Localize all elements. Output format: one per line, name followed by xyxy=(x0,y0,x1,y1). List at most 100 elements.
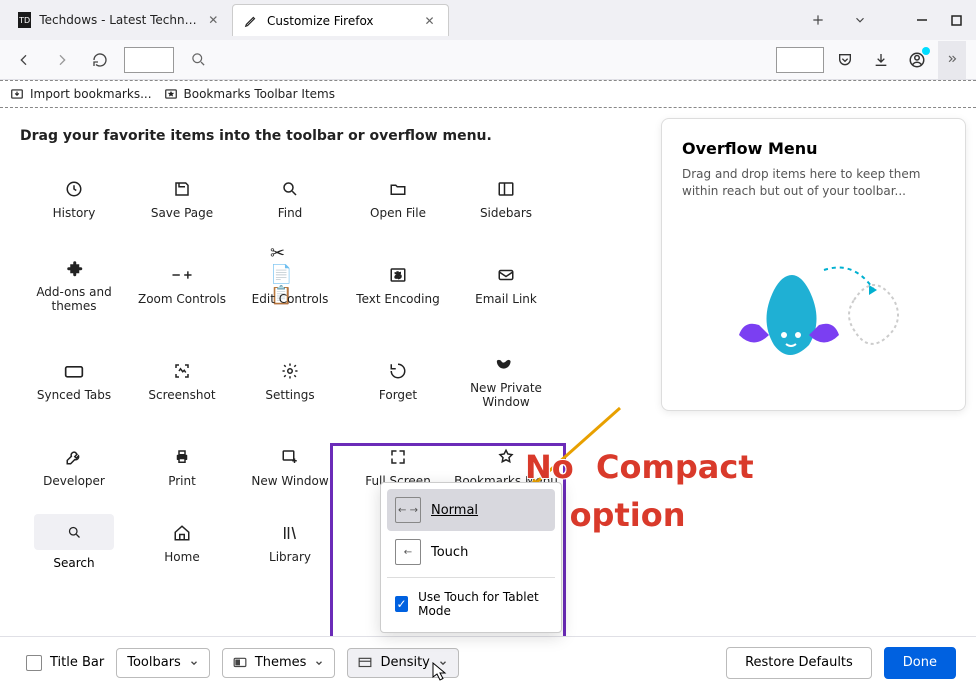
toolbars-label: Toolbars xyxy=(127,655,181,670)
restore-defaults-button[interactable]: Restore Defaults xyxy=(726,647,872,679)
overflow-panel: Overflow Menu Drag and drop items here t… xyxy=(661,118,966,411)
toolbars-dropdown[interactable]: Toolbars xyxy=(116,648,210,678)
new-tab-button[interactable] xyxy=(806,8,830,32)
item-zoom[interactable]: Zoom Controls xyxy=(128,240,236,330)
overflow-description: Drag and drop items here to keep them wi… xyxy=(682,166,945,200)
density-dropdown[interactable]: Density xyxy=(347,648,458,678)
item-addons[interactable]: Add-ons and themes xyxy=(20,240,128,330)
overflow-title: Overflow Menu xyxy=(682,139,945,158)
density-icon xyxy=(358,656,372,670)
item-synced-tabs[interactable]: Synced Tabs xyxy=(20,336,128,426)
item-history[interactable]: History xyxy=(20,164,128,234)
home-icon xyxy=(171,522,193,544)
item-settings[interactable]: Settings xyxy=(236,336,344,426)
clock-icon xyxy=(63,178,85,200)
density-tablet-checkbox[interactable]: ✓ Use Touch for Tablet Mode xyxy=(387,582,555,626)
search-icon xyxy=(184,46,212,74)
encoding-icon: あ xyxy=(387,264,409,286)
tab-bar: TD Techdows - Latest Technology N ✕ Cust… xyxy=(0,0,976,40)
wrench-icon xyxy=(63,446,85,468)
fullscreen-icon xyxy=(387,446,409,468)
density-option-normal[interactable]: ← → Normal xyxy=(387,489,555,531)
themes-label: Themes xyxy=(255,655,307,670)
import-bookmarks-button[interactable]: Import bookmarks... xyxy=(10,87,152,101)
nav-toolbar xyxy=(0,40,976,80)
tab-background[interactable]: TD Techdows - Latest Technology N ✕ xyxy=(8,4,230,36)
density-tablet-label: Use Touch for Tablet Mode xyxy=(418,590,547,618)
item-email-link[interactable]: Email Link xyxy=(452,240,560,330)
reload-button[interactable] xyxy=(86,46,114,74)
save-icon xyxy=(171,178,193,200)
import-bookmarks-label: Import bookmarks... xyxy=(30,87,152,101)
gear-icon xyxy=(279,360,301,382)
item-edit-controls[interactable]: ✂ 📄 📋Edit Controls xyxy=(236,240,344,330)
item-open-file[interactable]: Open File xyxy=(344,164,452,234)
item-save-page[interactable]: Save Page xyxy=(128,164,236,234)
themes-dropdown[interactable]: Themes xyxy=(222,648,336,678)
item-developer[interactable]: Developer xyxy=(20,432,128,502)
density-touch-icon: ← xyxy=(395,539,421,565)
zoom-icon xyxy=(171,264,193,286)
maximize-button[interactable] xyxy=(944,8,968,32)
density-label: Touch xyxy=(431,545,468,560)
account-icon[interactable] xyxy=(902,45,932,75)
item-home[interactable]: Home xyxy=(128,508,236,578)
close-icon[interactable]: ✕ xyxy=(422,13,438,29)
item-new-window[interactable]: New Window xyxy=(236,432,344,502)
item-library[interactable]: Library xyxy=(236,508,344,578)
bookmarks-toolbar: Import bookmarks... Bookmarks Toolbar It… xyxy=(0,80,976,108)
folder-open-icon xyxy=(387,178,409,200)
minimize-button[interactable] xyxy=(910,8,934,32)
puzzle-icon xyxy=(63,257,85,279)
tab-label: Customize Firefox xyxy=(267,14,374,28)
forget-icon xyxy=(387,360,409,382)
overflow-chevron-button[interactable] xyxy=(938,41,966,79)
tabs-dropdown-button[interactable] xyxy=(848,8,872,32)
edit-icon: ✂ 📄 📋 xyxy=(270,264,310,286)
mail-icon xyxy=(495,264,517,286)
overflow-illustration xyxy=(682,230,945,390)
density-popup: ← → Normal ← Touch ✓ Use Touch for Table… xyxy=(380,482,562,633)
titlebar-label: Title Bar xyxy=(50,655,104,670)
downloads-icon[interactable] xyxy=(866,45,896,75)
tab-active[interactable]: Customize Firefox ✕ xyxy=(232,4,449,36)
bookmark-star-icon xyxy=(495,446,517,468)
svg-text:あ: あ xyxy=(394,271,402,280)
forward-button[interactable] xyxy=(48,46,76,74)
sidebar-icon xyxy=(495,178,517,200)
tabs-icon xyxy=(63,360,85,382)
checkbox-checked-icon: ✓ xyxy=(395,596,408,612)
item-private-window[interactable]: New Private Window xyxy=(452,336,560,426)
item-forget[interactable]: Forget xyxy=(344,336,452,426)
close-icon[interactable]: ✕ xyxy=(207,12,220,28)
tab-label: Techdows - Latest Technology N xyxy=(39,13,198,27)
item-text-encoding[interactable]: あText Encoding xyxy=(344,240,452,330)
item-search[interactable]: Search xyxy=(20,514,128,578)
item-sidebars[interactable]: Sidebars xyxy=(452,164,560,234)
pocket-icon[interactable] xyxy=(830,45,860,75)
item-screenshot[interactable]: Screenshot xyxy=(128,336,236,426)
screenshot-icon xyxy=(171,360,193,382)
density-normal-icon: ← → xyxy=(395,497,421,523)
done-button[interactable]: Done xyxy=(884,647,956,679)
urlbar-placeholder[interactable] xyxy=(124,47,174,73)
checkbox-unchecked-icon xyxy=(26,655,42,671)
back-button[interactable] xyxy=(10,46,38,74)
density-option-touch[interactable]: ← Touch xyxy=(387,531,555,573)
titlebar-checkbox[interactable]: Title Bar xyxy=(26,655,104,671)
new-window-icon xyxy=(279,446,301,468)
library-icon xyxy=(279,522,301,544)
bottom-toolbar: Title Bar Toolbars Themes Density Restor… xyxy=(0,636,976,688)
brush-icon xyxy=(243,13,259,29)
density-label: Normal xyxy=(431,503,478,518)
favicon-td: TD xyxy=(18,12,31,28)
print-icon xyxy=(171,446,193,468)
item-print[interactable]: Print xyxy=(128,432,236,502)
bookmarks-toolbar-items[interactable]: Bookmarks Toolbar Items xyxy=(164,87,335,101)
bookmarks-toolbar-label: Bookmarks Toolbar Items xyxy=(184,87,335,101)
urlbar-placeholder-right[interactable] xyxy=(776,47,824,73)
mask-icon xyxy=(495,353,517,375)
density-label: Density xyxy=(380,655,429,670)
search-icon xyxy=(279,178,301,200)
item-find[interactable]: Find xyxy=(236,164,344,234)
